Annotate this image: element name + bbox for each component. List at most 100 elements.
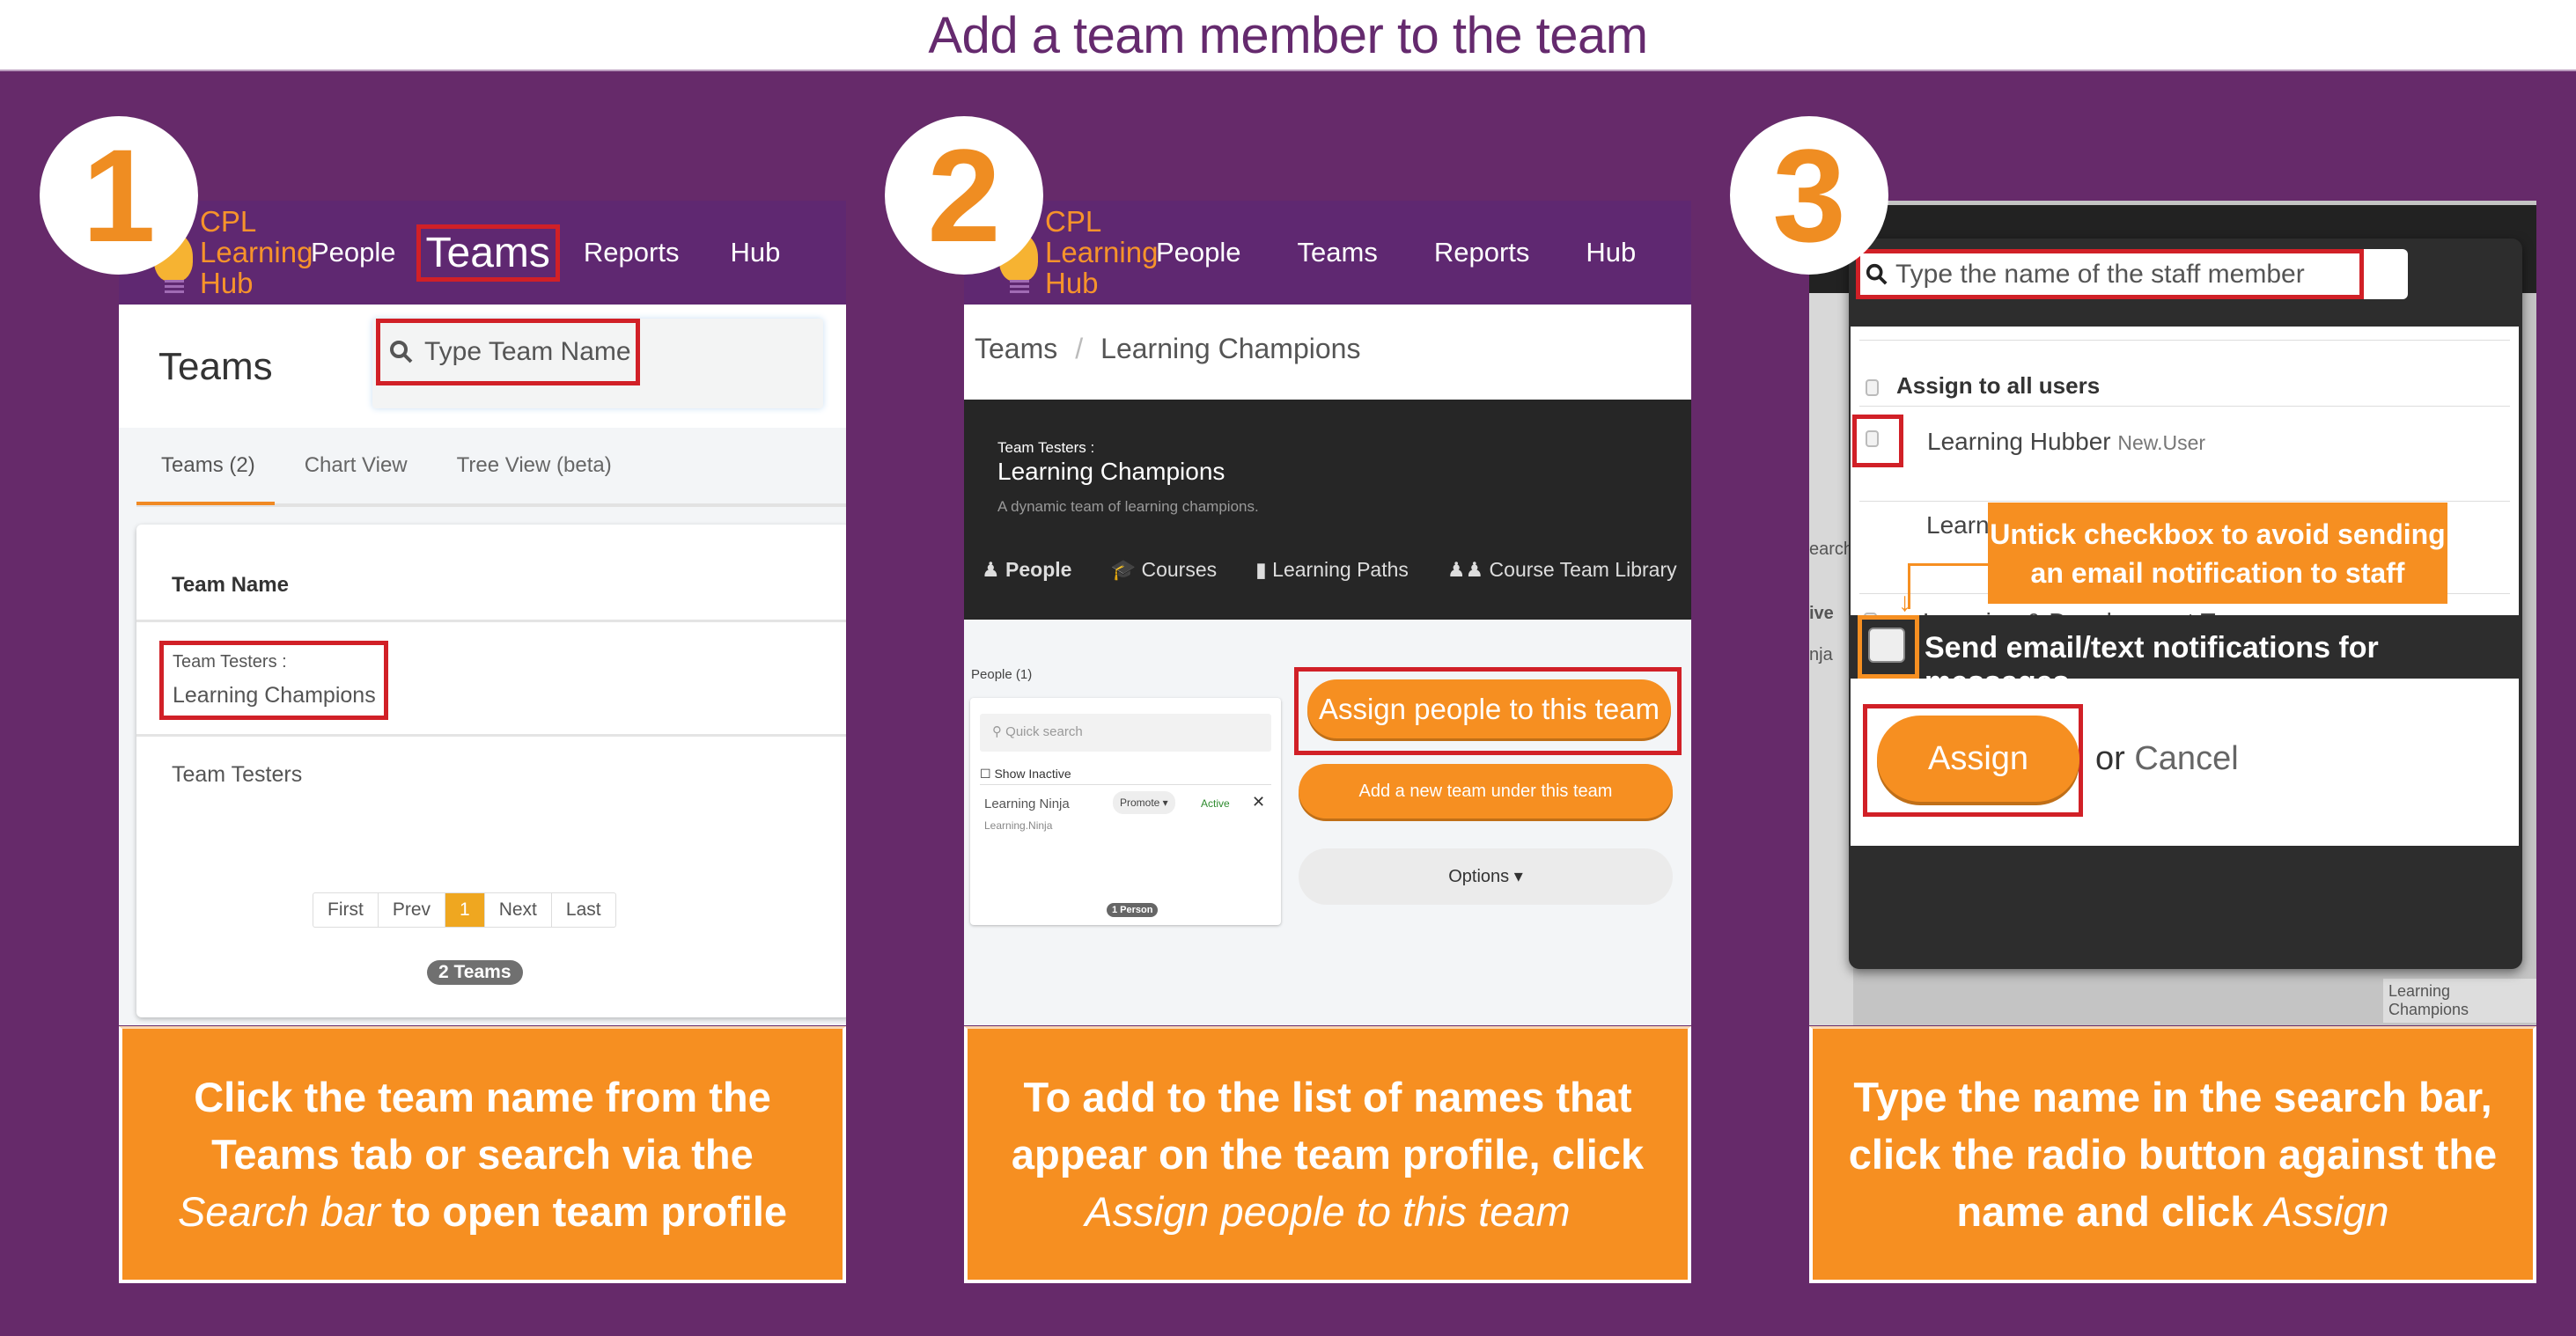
caption-line: Click the team name from the	[194, 1074, 771, 1120]
lightbulb-base-icon	[165, 280, 184, 294]
caption-line: Assign people to this team	[1012, 1183, 1644, 1240]
divider	[1859, 340, 2510, 341]
tab-label: People	[1005, 558, 1072, 581]
nav-hub[interactable]: Hub	[1586, 237, 1636, 268]
caption-emphasis: Assign	[2264, 1188, 2389, 1235]
tab-courses[interactable]: 🎓 Courses	[1110, 558, 1217, 582]
notify-bar: Send email/text notifications for messag…	[1849, 615, 2522, 699]
user-row[interactable]: Learning Hubber New.User	[1927, 428, 2205, 456]
tab-chart-view[interactable]: Chart View	[305, 453, 408, 478]
team-tabs: ♟ People 🎓 Courses ▮ Learning Paths ♟♟ C…	[982, 558, 1677, 582]
page-first[interactable]: First	[313, 893, 379, 927]
pagination: First Prev 1 Next Last	[313, 892, 616, 928]
brand-line: CPL	[1045, 205, 1102, 238]
show-inactive-label: Show Inactive	[994, 767, 1071, 781]
tab-teams[interactable]: Teams (2)	[136, 453, 275, 505]
step-number-2: 2	[885, 116, 1043, 275]
caption-line: Type the name in the search bar,	[1853, 1074, 2492, 1120]
team-row-team-testers[interactable]: Team Testers	[172, 762, 302, 788]
tab-label: Courses	[1141, 558, 1218, 581]
assign-people-button[interactable]: Assign people to this team	[1307, 679, 1671, 738]
staff-search-input[interactable]: Type the name of the staff member	[1856, 249, 2364, 299]
app-nav: CPL Learning Hub People Teams Reports Hu…	[119, 201, 846, 305]
page-next[interactable]: Next	[485, 893, 552, 927]
nav-teams-highlighted[interactable]: Teams	[416, 224, 560, 282]
user-checkbox[interactable]	[1866, 430, 1879, 447]
graduation-cap-icon: 🎓	[1110, 558, 1142, 581]
caption-emphasis: Search bar	[177, 1188, 380, 1235]
column-header-team-name: Team Name	[172, 573, 289, 597]
search-icon	[1866, 263, 1888, 285]
caption-line: name and click Assign	[1849, 1183, 2497, 1240]
team-search-input[interactable]: Type Team Name	[376, 319, 640, 385]
show-inactive-checkbox[interactable]: ☐ Show Inactive	[980, 767, 1071, 782]
team-search-placeholder: Type Team Name	[424, 337, 631, 366]
tip-line: an email notification to staff	[2030, 557, 2405, 589]
step-3-caption: Type the name in the search bar, click t…	[1809, 1026, 2536, 1283]
brand-text: CPL Learning Hub	[1045, 206, 1158, 298]
caption-text: Click the team name from the Teams tab o…	[178, 1068, 787, 1240]
background-text: nja	[1809, 645, 1833, 664]
breadcrumb-teams[interactable]: Teams	[975, 333, 1057, 364]
nav-links: People Teams Reports Hub	[311, 201, 780, 305]
tab-label: Course Team Library	[1489, 558, 1677, 581]
modal-footer: Assign or Cancel	[1851, 679, 2519, 846]
options-dropdown[interactable]: Options ▾	[1299, 848, 1673, 905]
brand-line: Learning	[1045, 236, 1159, 268]
person-name[interactable]: Learning Ninja	[984, 796, 1070, 811]
tab-course-team-library[interactable]: ♟♟ Course Team Library	[1447, 558, 1677, 582]
remove-icon[interactable]: ✕	[1252, 793, 1265, 811]
teams-heading: Teams	[158, 345, 273, 388]
divider	[136, 734, 846, 737]
tab-tree-view[interactable]: Tree View (beta)	[457, 453, 612, 478]
page-last[interactable]: Last	[552, 893, 615, 927]
team-profile-header: Team Testers : Learning Champions A dyna…	[964, 400, 1691, 620]
caption-tail: name and click	[1956, 1188, 2265, 1235]
page-header: Teams Type Team Name	[119, 305, 846, 428]
tip-callout: Untick checkbox to avoid sending an emai…	[1988, 503, 2447, 604]
nav-teams[interactable]: Teams	[1298, 237, 1378, 268]
teams-count-badge: 2 Teams	[427, 960, 523, 985]
nav-people[interactable]: People	[1156, 237, 1241, 268]
cancel-link[interactable]: Cancel	[2134, 740, 2238, 777]
caption-emphasis: Assign people to this team	[1085, 1188, 1571, 1235]
background-text: earch	[1809, 540, 1854, 559]
tab-label: Learning Paths	[1272, 558, 1409, 581]
search-icon	[390, 341, 413, 363]
step-2-screenshot: CPL Learning Hub People Teams Reports Hu…	[964, 201, 1691, 1025]
notify-checkbox[interactable]	[1868, 628, 1905, 663]
tab-learning-paths[interactable]: ▮ Learning Paths	[1255, 558, 1409, 582]
user-name: Learning Hubber	[1927, 428, 2111, 455]
page-current[interactable]: 1	[445, 893, 485, 927]
assign-all-checkbox[interactable]	[1866, 379, 1879, 396]
assign-button[interactable]: Assign	[1877, 716, 2079, 802]
staff-search-placeholder: Type the name of the staff member	[1895, 259, 2305, 289]
nav-people[interactable]: People	[311, 237, 396, 268]
step-3-panel: earch ive nja Learning Champions Type th…	[1809, 201, 2536, 1283]
tip-line: Untick checkbox to avoid sending	[1990, 518, 2446, 550]
nav-reports[interactable]: Reports	[584, 237, 680, 268]
title-band: Add a team member to the team	[0, 0, 2576, 71]
users-icon: ♟♟	[1446, 558, 1490, 581]
breadcrumb-separator: /	[1075, 333, 1084, 364]
nav-reports[interactable]: Reports	[1434, 237, 1530, 268]
assign-all-label: Assign to all users	[1896, 372, 2101, 399]
add-sub-team-button[interactable]: Add a new team under this team	[1299, 764, 1673, 818]
person-count-badge: 1 Person	[1107, 903, 1159, 917]
quick-search-input[interactable]: ⚲ Quick search	[980, 714, 1271, 752]
step-3-screenshot: earch ive nja Learning Champions Type th…	[1809, 201, 2536, 1025]
caption-line: click the radio button against the	[1848, 1131, 2498, 1178]
team-description: A dynamic team of learning champions.	[997, 498, 1259, 515]
tip-connector	[1908, 563, 1989, 566]
team-name-link[interactable]: Learning Champions	[173, 683, 384, 708]
team-row-learning-champions[interactable]: Team Testers : Learning Champions	[159, 641, 388, 720]
step-1-panel: CPL Learning Hub People Teams Reports Hu…	[119, 201, 846, 1283]
nav-hub[interactable]: Hub	[730, 237, 780, 268]
quick-search-placeholder: Quick search	[1005, 724, 1083, 739]
promote-dropdown[interactable]: Promote ▾	[1113, 791, 1175, 814]
arrow-down-icon: ↓	[1898, 588, 1911, 617]
page-prev[interactable]: Prev	[379, 893, 446, 927]
tab-people[interactable]: ♟ People	[982, 558, 1071, 582]
step-2-panel: CPL Learning Hub People Teams Reports Hu…	[964, 201, 1691, 1283]
brand-line: CPL	[200, 205, 257, 238]
